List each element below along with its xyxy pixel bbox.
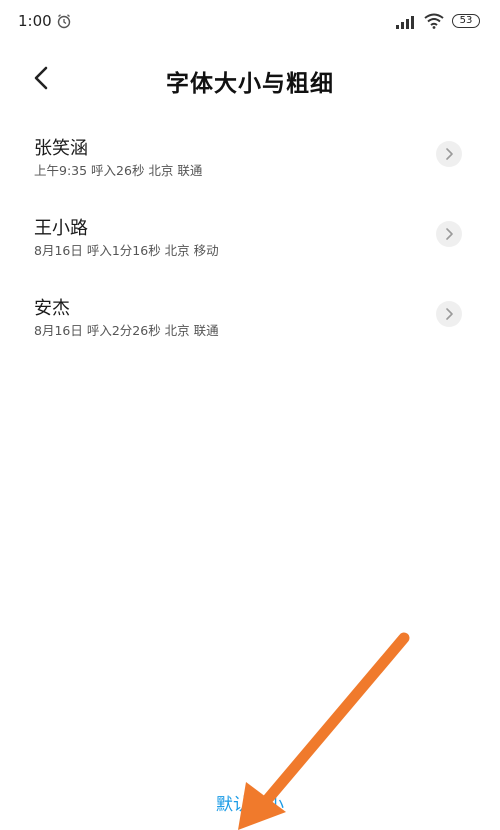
chevron-right-icon [446, 228, 453, 240]
battery-level: 53 [459, 15, 473, 26]
list-item[interactable]: 王小路 8月16日 呼入1分16秒 北京 移动 [0, 200, 500, 280]
battery-icon: 53 [452, 14, 480, 28]
list-item[interactable]: 安杰 8月16日 呼入2分26秒 北京 联通 [0, 280, 500, 360]
signal-icon [396, 16, 414, 29]
page-title: 字体大小与粗细 [166, 71, 334, 97]
chevron-right-icon [446, 308, 453, 320]
contact-name: 王小路 [34, 218, 88, 239]
wifi-icon [424, 13, 444, 29]
chevron-right-icon [446, 148, 453, 160]
contact-name: 安杰 [34, 298, 70, 319]
default-size-button[interactable]: 默认大小 [0, 790, 500, 815]
status-bar: 1:00 53 [0, 0, 500, 44]
call-detail: 8月16日 呼入1分16秒 北京 移动 [34, 243, 219, 258]
contact-name: 张笑涵 [34, 138, 88, 159]
call-detail: 8月16日 呼入2分26秒 北京 联通 [34, 323, 219, 338]
call-log-list: 张笑涵 上午9:35 呼入26秒 北京 联通 王小路 8月16日 呼入1分16秒… [0, 120, 500, 360]
header: 字体大小与粗细 [0, 52, 500, 108]
detail-button[interactable] [436, 301, 462, 327]
alarm-icon [57, 14, 71, 29]
detail-button[interactable] [436, 141, 462, 167]
status-time: 1:00 [18, 12, 52, 30]
detail-button[interactable] [436, 221, 462, 247]
call-detail: 上午9:35 呼入26秒 北京 联通 [34, 163, 203, 178]
list-item[interactable]: 张笑涵 上午9:35 呼入26秒 北京 联通 [0, 120, 500, 200]
